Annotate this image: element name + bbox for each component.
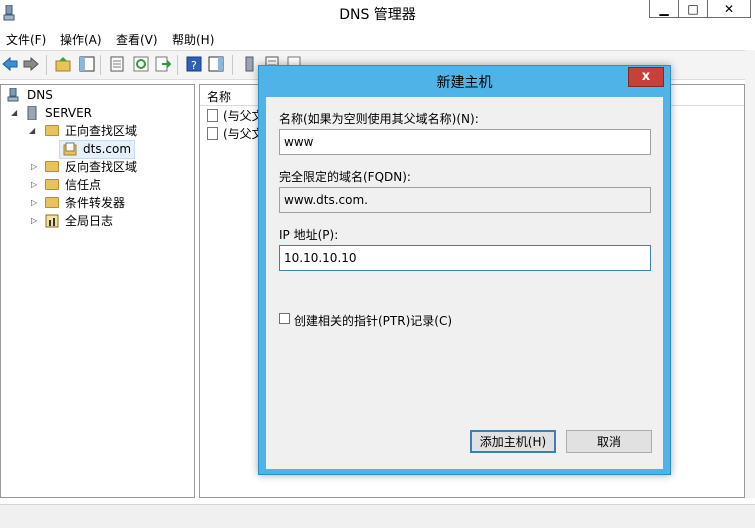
tree-label-dns: DNS [27,88,53,102]
properties-icon[interactable] [109,56,125,72]
ptr-checkbox[interactable] [279,313,290,324]
collapse-arrow-icon[interactable]: ▷ [31,176,39,194]
tree-item-global-logs[interactable]: ▷ 全局日志 [29,212,189,230]
menu-view[interactable]: 查看(V) [116,31,158,48]
add-host-button[interactable]: 添加主机(H) [470,430,556,453]
tree-item-server[interactable]: ◢ SERVER [11,104,191,122]
folder-icon [45,161,59,172]
minimize-button[interactable]: ▁ [649,0,679,18]
tree-label-reverse-zone: 反向查找区域 [65,160,138,174]
server-icon [27,106,37,120]
expand-arrow-icon[interactable]: ◢ [11,104,19,122]
folder-icon [45,197,59,208]
fqdn-field [279,187,651,213]
tree-item-conditional-forwarders[interactable]: ▷ 条件转发器 [29,194,189,212]
export-icon[interactable] [155,56,171,72]
tree-label-global-logs: 全局日志 [65,214,114,228]
name-label: 名称(如果为空则使用其父域名称)(N): [279,112,479,126]
forward-icon[interactable] [23,56,39,72]
fqdn-label: 完全限定的域名(FQDN): [279,170,411,184]
ip-label: IP 地址(P): [279,228,339,242]
tree-item-dns[interactable]: DNS [7,86,187,104]
close-button[interactable]: ✕ [707,0,751,18]
expand-arrow-icon[interactable]: ◢ [29,122,37,140]
refresh-icon[interactable] [133,56,149,72]
status-bar [0,504,755,528]
collapse-arrow-icon[interactable]: ▷ [31,194,39,212]
tree-label-forward-zone: 正向查找区域 [65,124,138,138]
menu-bar: 文件(F) 操作(A) 查看(V) 帮助(H) [0,28,755,49]
tree-item-reverse-zone[interactable]: ▷ 反向查找区域 [29,158,189,176]
dialog-titlebar[interactable]: 新建主机 x [259,66,670,96]
main-titlebar: DNS 管理器 ▁ □ ✕ [0,0,755,27]
folder-icon [45,179,59,190]
menu-help[interactable]: 帮助(H) [172,31,214,48]
window-title: DNS 管理器 [339,7,416,23]
ptr-checkbox-label[interactable]: 创建相关的指针(PTR)记录(C) [294,312,452,329]
dns-icon [7,88,19,102]
log-icon [45,214,59,228]
tree-item-forward-zone[interactable]: ◢ 正向查找区域 [29,122,189,140]
tree-label-server: SERVER [45,106,93,120]
show-pane-icon[interactable] [208,56,224,72]
ip-address-input[interactable] [279,245,651,271]
show-hide-tree-icon[interactable] [79,56,95,72]
help-icon[interactable]: ? [186,56,202,72]
up-folder-icon[interactable] [55,56,71,72]
folder-icon [45,125,59,136]
menu-file[interactable]: 文件(F) [6,31,46,48]
dialog-title: 新建主机 [436,75,493,91]
menu-action[interactable]: 操作(A) [60,31,102,48]
cancel-button[interactable]: 取消 [566,430,652,453]
record-icon [207,127,218,140]
vertical-scrollbar[interactable] [745,50,755,498]
column-header-name[interactable]: 名称 [207,88,231,105]
zone-file-icon [63,142,77,156]
new-host-dialog: 新建主机 x 名称(如果为空则使用其父域名称)(N): 完全限定的域名(FQDN… [258,65,671,475]
server-icon[interactable] [242,56,258,72]
tree-label-trust-points: 信任点 [65,178,102,192]
tree-item-zone-dts[interactable]: dts.com [63,140,183,158]
host-name-input[interactable] [279,129,651,155]
dialog-body: 名称(如果为空则使用其父域名称)(N): 完全限定的域名(FQDN): IP 地… [266,97,663,469]
tree-label-zone: dts.com [83,142,132,156]
back-icon[interactable] [2,56,18,72]
collapse-arrow-icon[interactable]: ▷ [31,158,39,176]
tree-label-conditional-forwarders: 条件转发器 [65,196,126,210]
collapse-arrow-icon[interactable]: ▷ [31,212,39,230]
console-tree: DNS ◢ SERVER ◢ 正向查找区域 dts.com ▷ 反向查找区域 ▷… [0,84,195,498]
tree-item-trust-points[interactable]: ▷ 信任点 [29,176,189,194]
svg-text:?: ? [191,59,197,72]
maximize-button[interactable]: □ [678,0,708,18]
record-icon [207,109,218,122]
dialog-close-button[interactable]: x [628,67,664,87]
